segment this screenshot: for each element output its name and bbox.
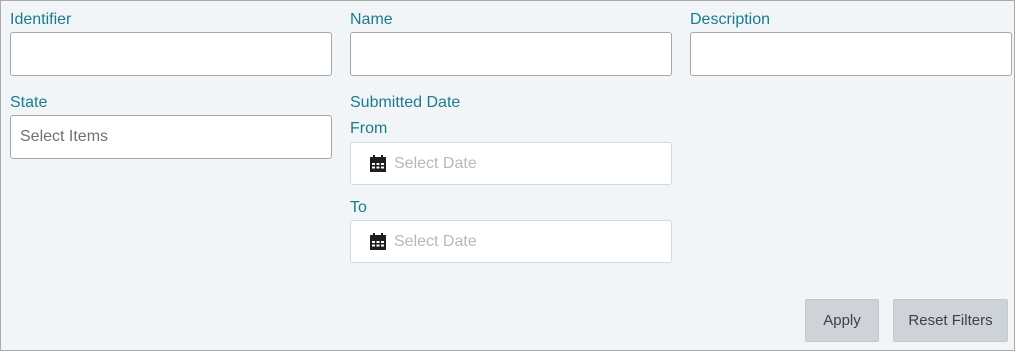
to-date-label: To [350, 199, 367, 216]
to-date-picker[interactable] [350, 220, 672, 263]
state-multiselect[interactable] [10, 115, 332, 159]
from-date-label: From [350, 120, 388, 137]
from-date-picker[interactable] [350, 142, 672, 185]
calendar-icon [370, 233, 386, 250]
identifier-input[interactable] [10, 32, 332, 76]
reset-filters-button[interactable]: Reset Filters [893, 299, 1008, 342]
name-label: Name [350, 11, 393, 28]
calendar-icon [370, 155, 386, 172]
apply-button[interactable]: Apply [805, 299, 879, 342]
submitted-date-label: Submitted Date [350, 94, 461, 111]
identifier-label: Identifier [10, 11, 72, 28]
state-label: State [10, 94, 48, 111]
from-date-input[interactable] [394, 154, 644, 173]
name-input[interactable] [350, 32, 672, 76]
description-input[interactable] [690, 32, 1012, 76]
filter-panel: Identifier Name Description State Submit… [0, 0, 1015, 351]
to-date-input[interactable] [394, 232, 644, 251]
description-label: Description [690, 11, 771, 28]
